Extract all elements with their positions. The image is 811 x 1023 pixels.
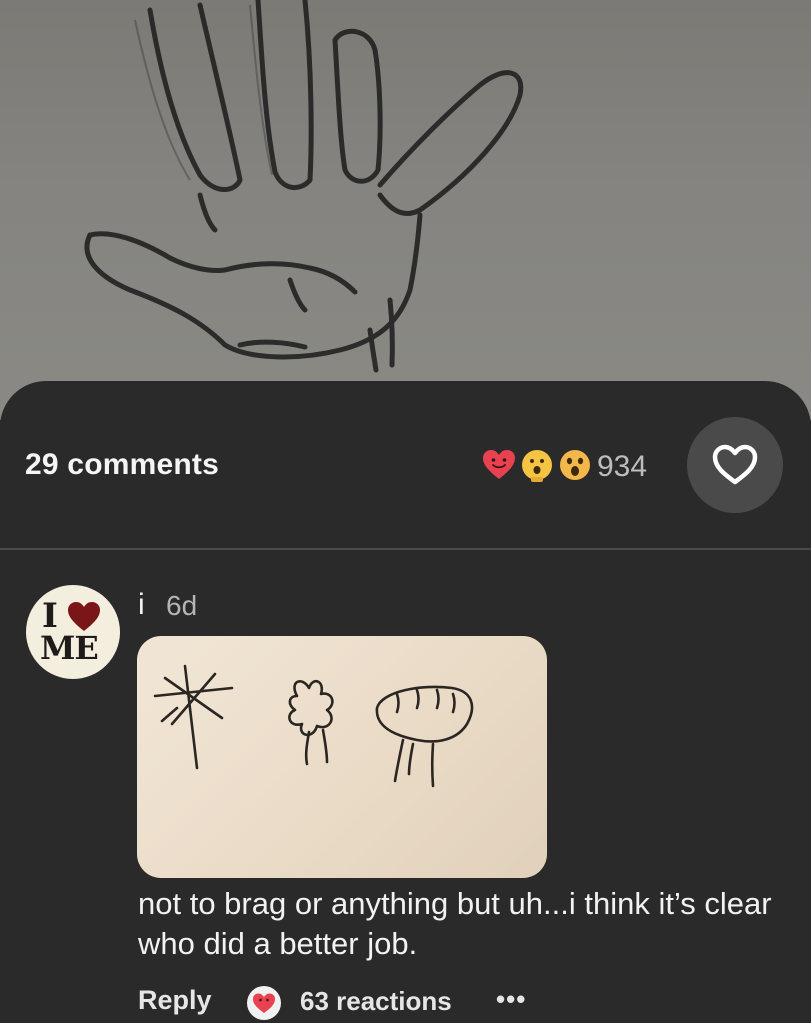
doodle-drawing-image (153, 664, 474, 788)
heart-face-icon (483, 450, 515, 479)
more-options-button[interactable]: ••• (496, 984, 526, 1015)
reactions-total[interactable]: 934 (597, 450, 647, 484)
heart-face-icon[interactable] (246, 985, 282, 1021)
comment-text: not to brag or anything but uh...i think… (138, 886, 772, 961)
comment-timestamp: 6d (166, 590, 198, 621)
comment-reactions-count[interactable]: 63 reactions (300, 986, 452, 1017)
shocked-face-icon (560, 450, 590, 480)
comment-image[interactable] (137, 636, 547, 878)
hand-drawing-image (84, 0, 524, 373)
reply-button[interactable]: Reply (138, 985, 212, 1016)
smiling-face-icon (522, 450, 552, 482)
comment-author[interactable]: i (138, 588, 145, 622)
avatar[interactable]: I ME (26, 585, 120, 679)
divider (0, 548, 811, 550)
avatar-text-top: I (42, 596, 58, 636)
post-image[interactable] (0, 0, 811, 420)
heart-outline-icon (712, 444, 758, 485)
like-button[interactable] (687, 417, 783, 513)
comments-count[interactable]: 29 comments (25, 448, 219, 482)
avatar-text-bottom: ME (40, 629, 99, 667)
